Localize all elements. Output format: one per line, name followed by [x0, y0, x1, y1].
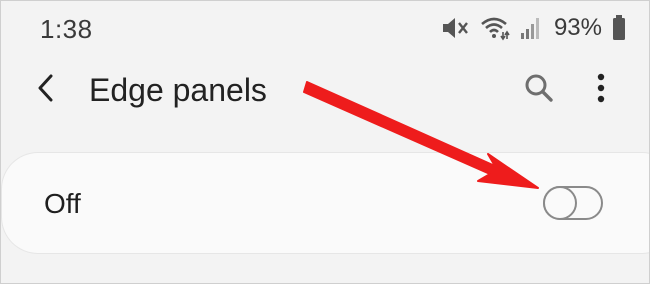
status-bar: 1:38 93%	[0, 0, 650, 56]
status-time: 1:38	[40, 14, 93, 44]
setting-status-label: Off	[44, 188, 81, 219]
app-bar: Edge panels	[0, 58, 650, 124]
wifi-icon	[480, 15, 510, 41]
more-options-button[interactable]	[586, 68, 616, 112]
search-icon	[524, 73, 554, 108]
more-options-icon	[597, 73, 605, 108]
back-button[interactable]	[26, 66, 66, 114]
back-arrow-icon	[36, 74, 56, 107]
page-title: Edge panels	[89, 72, 267, 108]
battery-icon	[612, 15, 626, 41]
signal-icon	[520, 16, 542, 40]
status-icons: 93%	[440, 12, 626, 44]
mute-vibrate-icon	[440, 15, 470, 41]
search-button[interactable]	[518, 68, 560, 112]
edge-panels-toggle[interactable]	[543, 186, 603, 220]
toggle-knob	[543, 186, 577, 220]
edge-panels-setting-card[interactable]: Off	[2, 153, 650, 253]
battery-percent: 93%	[553, 14, 602, 41]
